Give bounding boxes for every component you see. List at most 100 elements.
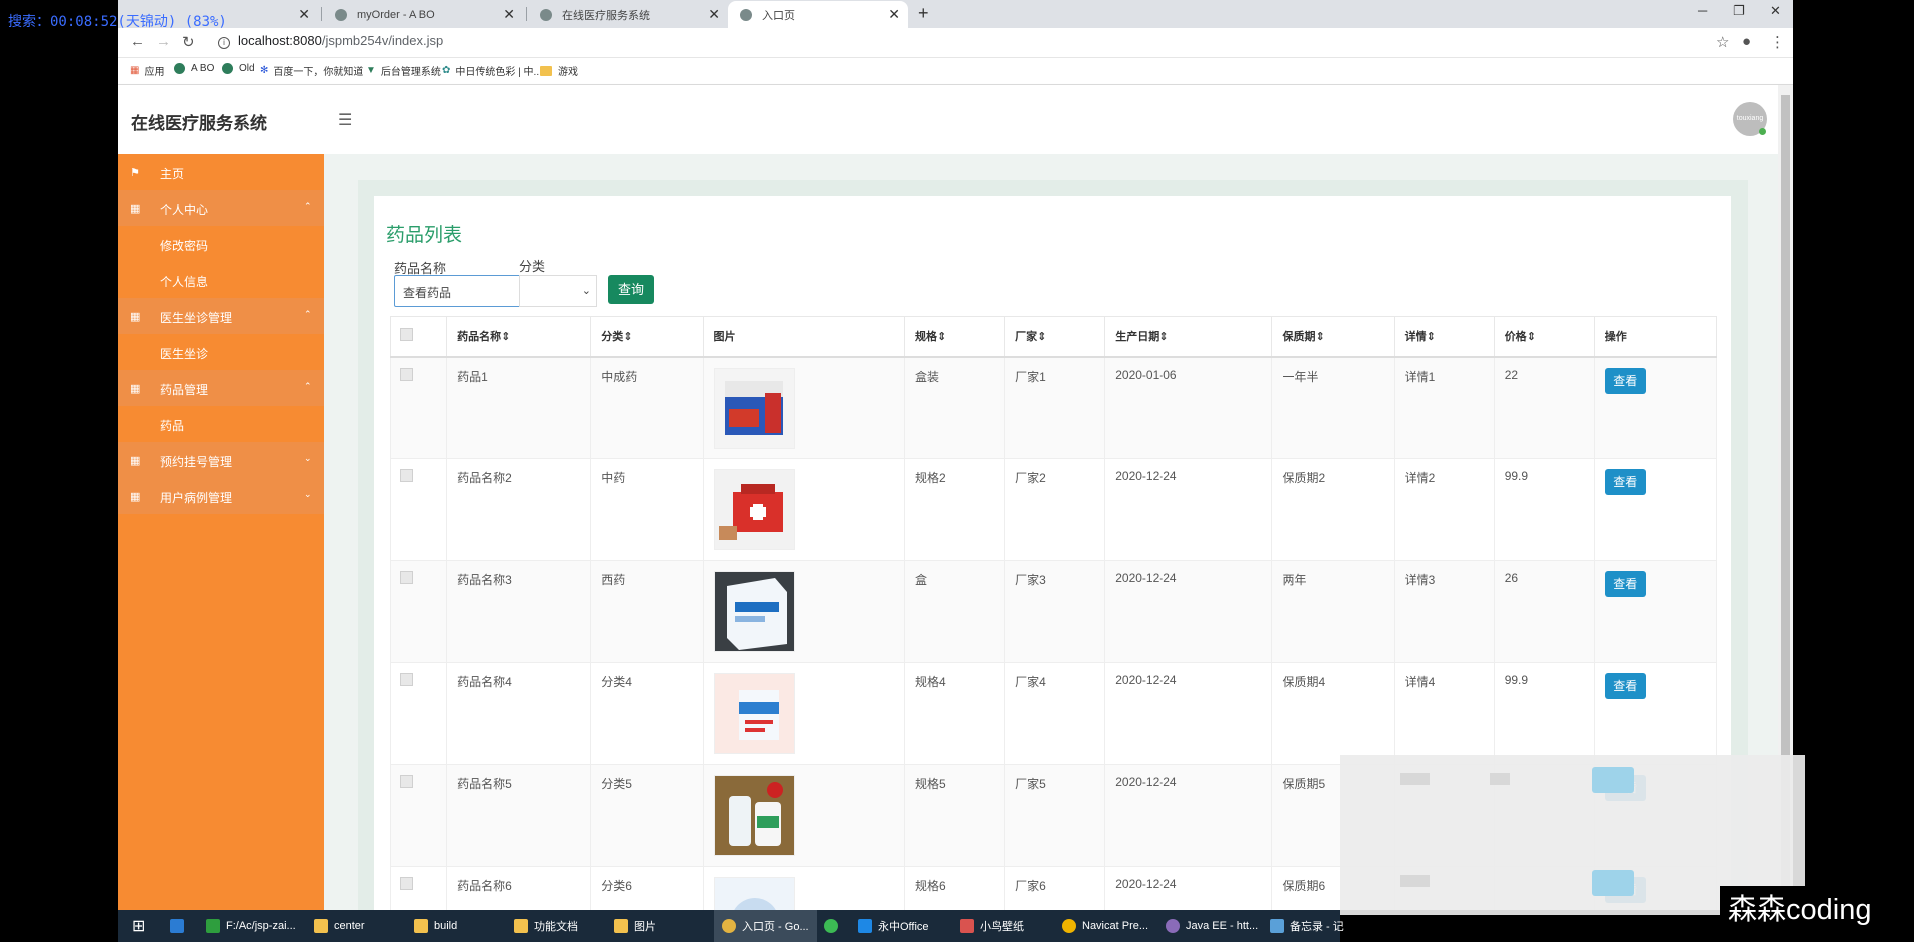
bookmark-games[interactable]: 游戏 [540, 63, 578, 78]
row-checkbox[interactable] [400, 673, 413, 686]
taskbar-item-notes[interactable]: 备忘录 - 记 [1270, 910, 1344, 942]
view-button[interactable]: 查看 [1604, 673, 1646, 699]
close-icon[interactable]: ✕ [708, 6, 720, 23]
drug-spec: 规格5 [903, 764, 1006, 867]
taskbar-item-wallpaper[interactable]: 小鸟壁纸 [960, 910, 1024, 942]
drug-maker: 厂家2 [1004, 458, 1106, 561]
tab-strip: ✕ myOrder - A BO ✕ 在线医疗服务系统 ✕ 入口页 ✕ + ─ … [118, 0, 1793, 28]
search-button[interactable]: 查询 [608, 275, 654, 304]
drug-image [713, 571, 795, 652]
taskbar-item-hbuilder[interactable]: F:/Ac/jsp-zai... [206, 910, 296, 942]
sidebar-item-home[interactable]: ⚑ 主页 [118, 154, 324, 190]
bookmarks-bar: ▦ 应用 A BO Old ✻ 百度一下，你就知道 ▼ 后台管理系统 ✿ 中日传统色彩 … [118, 58, 1793, 85]
taskbar-app-store-icon[interactable] [170, 910, 190, 942]
grid-icon: ▦ [130, 491, 141, 503]
view-button[interactable]: 查看 [1604, 367, 1646, 394]
site-icon [222, 63, 233, 74]
close-icon[interactable]: ✕ [503, 6, 515, 23]
sidebar-item-profile[interactable]: 个人信息 [118, 262, 324, 298]
sidebar-item-drug[interactable]: 药品 [118, 406, 324, 442]
col-spec[interactable]: 规格⇕ [903, 316, 1006, 358]
drug-detail: 详情4 [1393, 662, 1495, 765]
col-action: 操作 [1593, 316, 1718, 358]
sidebar-item-appointment[interactable]: ▦ 预约挂号管理 ⌄ [118, 442, 324, 478]
sidebar-item-doctor-mgmt[interactable]: ▦ 医生坐诊管理 ⌃ [118, 298, 324, 334]
taskbar-item-center[interactable]: center [314, 910, 365, 942]
grid-icon: ▦ [130, 203, 141, 215]
bookmark-colors[interactable]: ✿ 中日传统色彩 | 中... [442, 63, 542, 78]
drug-shelf-life: 保质期2 [1271, 458, 1395, 561]
new-tab-icon[interactable]: + [918, 3, 929, 24]
vue-icon: ▼ [366, 65, 376, 76]
sort-icon: ⇕ [623, 331, 633, 344]
avatar[interactable]: touxiang [1733, 102, 1767, 136]
tab-myorder[interactable]: myOrder - A BO ✕ [323, 1, 523, 28]
col-shelf[interactable]: 保质期⇕ [1271, 316, 1395, 358]
col-maker[interactable]: 厂家⇕ [1004, 316, 1106, 358]
drug-price: 26 [1493, 560, 1595, 663]
taskbar-item-docs[interactable]: 功能文档 [514, 910, 578, 942]
info-icon[interactable]: i [218, 37, 230, 49]
menu-icon[interactable]: ⋮ [1770, 33, 1785, 51]
col-detail[interactable]: 详情⇕ [1393, 316, 1495, 358]
start-icon[interactable]: ⊞ [132, 910, 145, 942]
taskbar-item-chrome[interactable]: 入口页 - Go... [714, 910, 817, 942]
drug-date: 2020-12-24 [1104, 866, 1273, 910]
sidebar-item-drug-mgmt[interactable]: ▦ 药品管理 ⌃ [118, 370, 324, 406]
close-icon[interactable]: ✕ [298, 6, 310, 23]
bookmark-apps[interactable]: ▦ 应用 [130, 63, 164, 78]
taskbar-item-office[interactable]: 永中Office [858, 910, 929, 942]
sidebar-item-doctor[interactable]: 医生坐诊 [118, 334, 324, 370]
page-title: 药品列表 [386, 225, 463, 246]
account-icon[interactable]: ● [1742, 33, 1751, 50]
grid-icon: ▦ [130, 383, 141, 395]
bookmark-baidu[interactable]: ✻ 百度一下，你就知道 [260, 63, 363, 78]
maximize-icon[interactable]: ❐ [1733, 3, 1745, 19]
app-header: 在线医疗服务系统 ☰ touxiang [118, 85, 1793, 154]
tab-entry[interactable]: 入口页 ✕ [728, 1, 908, 28]
grid-icon: ▦ [130, 311, 141, 323]
col-date[interactable]: 生产日期⇕ [1104, 316, 1273, 358]
window-close-icon[interactable]: ✕ [1770, 3, 1781, 19]
bookmark-abo[interactable]: A BO [174, 63, 214, 74]
taskbar-item-refresh[interactable] [824, 910, 844, 942]
chevron-down-icon: ⌄ [304, 453, 312, 463]
sidebar-item-change-password[interactable]: 修改密码 [118, 226, 324, 262]
row-checkbox[interactable] [400, 877, 413, 890]
back-icon[interactable]: ← [130, 33, 145, 50]
minimize-icon[interactable]: ─ [1698, 3, 1707, 18]
row-checkbox[interactable] [400, 775, 413, 788]
taskbar-item-build[interactable]: build [414, 910, 457, 942]
taskbar-item-navicat[interactable]: Navicat Pre... [1062, 910, 1148, 942]
url-field[interactable]: i localhost:8080/jspmb254v/index.jsp [218, 33, 443, 49]
star-icon[interactable]: ☆ [1716, 33, 1729, 51]
close-icon[interactable]: ✕ [888, 6, 900, 23]
reload-icon[interactable]: ↻ [182, 33, 195, 51]
table-row: 药品名称4 分类4 规格4 厂家4 2020-12-24 保质期4 详情4 99… [389, 662, 1718, 765]
tab-divider [321, 7, 322, 21]
category-select[interactable]: ⌄ [519, 275, 597, 307]
sidebar-item-personal[interactable]: ▦ 个人中心 ⌃ [118, 190, 324, 226]
col-name[interactable]: 药品名称⇕ [446, 316, 592, 358]
col-price[interactable]: 价格⇕ [1493, 316, 1595, 358]
hamburger-icon[interactable]: ☰ [338, 110, 352, 130]
row-checkbox[interactable] [400, 571, 413, 584]
sidebar-item-cases[interactable]: ▦ 用户病例管理 ⌄ [118, 478, 324, 514]
view-button[interactable]: 查看 [1604, 469, 1646, 495]
taskbar-item-images[interactable]: 图片 [614, 910, 656, 942]
select-all-checkbox[interactable] [400, 328, 413, 342]
forward-icon[interactable]: → [156, 33, 171, 50]
tab-label: 入口页 [762, 9, 795, 22]
chevron-down-icon: ⌄ [581, 285, 591, 297]
row-checkbox[interactable] [400, 367, 413, 381]
col-category[interactable]: 分类⇕ [590, 316, 704, 358]
bookmark-admin[interactable]: ▼ 后台管理系统 [366, 63, 441, 78]
eclipse-icon [1166, 919, 1180, 933]
bookmark-old[interactable]: Old [222, 63, 255, 74]
view-button[interactable]: 查看 [1604, 571, 1646, 597]
drug-maker: 厂家3 [1004, 560, 1106, 663]
drug-date: 2020-01-06 [1104, 356, 1273, 459]
tab-medical[interactable]: 在线医疗服务系统 ✕ [528, 1, 728, 28]
row-checkbox[interactable] [400, 469, 413, 482]
taskbar-item-eclipse[interactable]: Java EE - htt... [1166, 910, 1258, 942]
